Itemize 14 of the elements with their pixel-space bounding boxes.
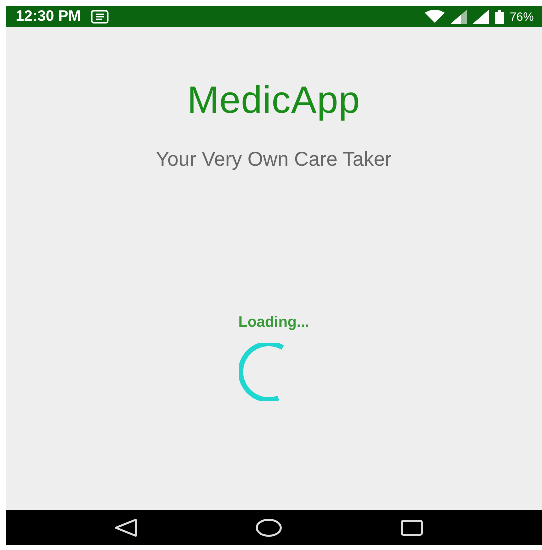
signal-icon [472,10,489,24]
signal-icon [450,10,467,24]
wifi-icon [424,10,445,24]
back-icon[interactable] [114,518,138,538]
tagline: Your Very Own Care Taker [156,149,392,172]
loading-text: Loading... [238,314,310,331]
app-title: MedicApp [188,80,360,123]
loading-spinner [239,343,285,401]
recents-icon[interactable] [400,518,424,538]
battery-percentage: 76% [510,10,534,24]
battery-icon [494,10,504,24]
clock-time: 12:30 PM [16,8,82,25]
notification-icon [91,10,110,24]
home-icon[interactable] [254,518,283,538]
